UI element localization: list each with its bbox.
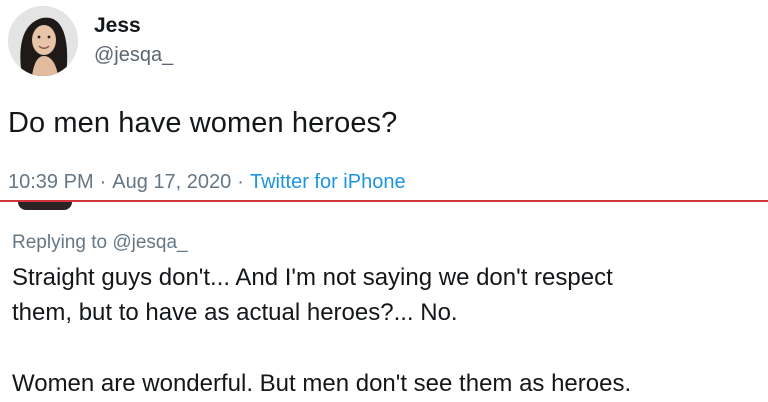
tweet-text: Do men have women heroes? <box>8 107 398 139</box>
tweet-meta: 10:39 PM · Aug 17, 2020 · Twitter for iPhone <box>8 170 406 194</box>
reply-tweet: Replying to @jesqa_ Straight guys don't.… <box>0 202 768 402</box>
tweet-date[interactable]: Aug 17, 2020 <box>112 171 231 193</box>
user-photo-icon[interactable] <box>8 6 78 76</box>
original-tweet: Jess @jesqa_ Do men have women heroes? 1… <box>0 0 768 200</box>
meta-separator: · <box>237 171 244 193</box>
tweet-time[interactable]: 10:39 PM <box>8 171 94 193</box>
user-handle[interactable]: @jesqa_ <box>94 43 173 67</box>
reply-text-line: Straight guys don't... And I'm not sayin… <box>12 264 613 291</box>
reply-avatar-icon[interactable] <box>18 202 72 210</box>
display-name[interactable]: Jess <box>94 14 141 38</box>
meta-separator: · <box>99 171 107 193</box>
replying-to-label: Replying to @jesqa_ <box>12 232 188 253</box>
reply-text-line: them, but to have as actual heroes?... N… <box>12 299 458 326</box>
tweet-source-link[interactable]: Twitter for iPhone <box>250 171 406 193</box>
reply-text-line: Women are wonderful. But men don't see t… <box>12 370 632 397</box>
